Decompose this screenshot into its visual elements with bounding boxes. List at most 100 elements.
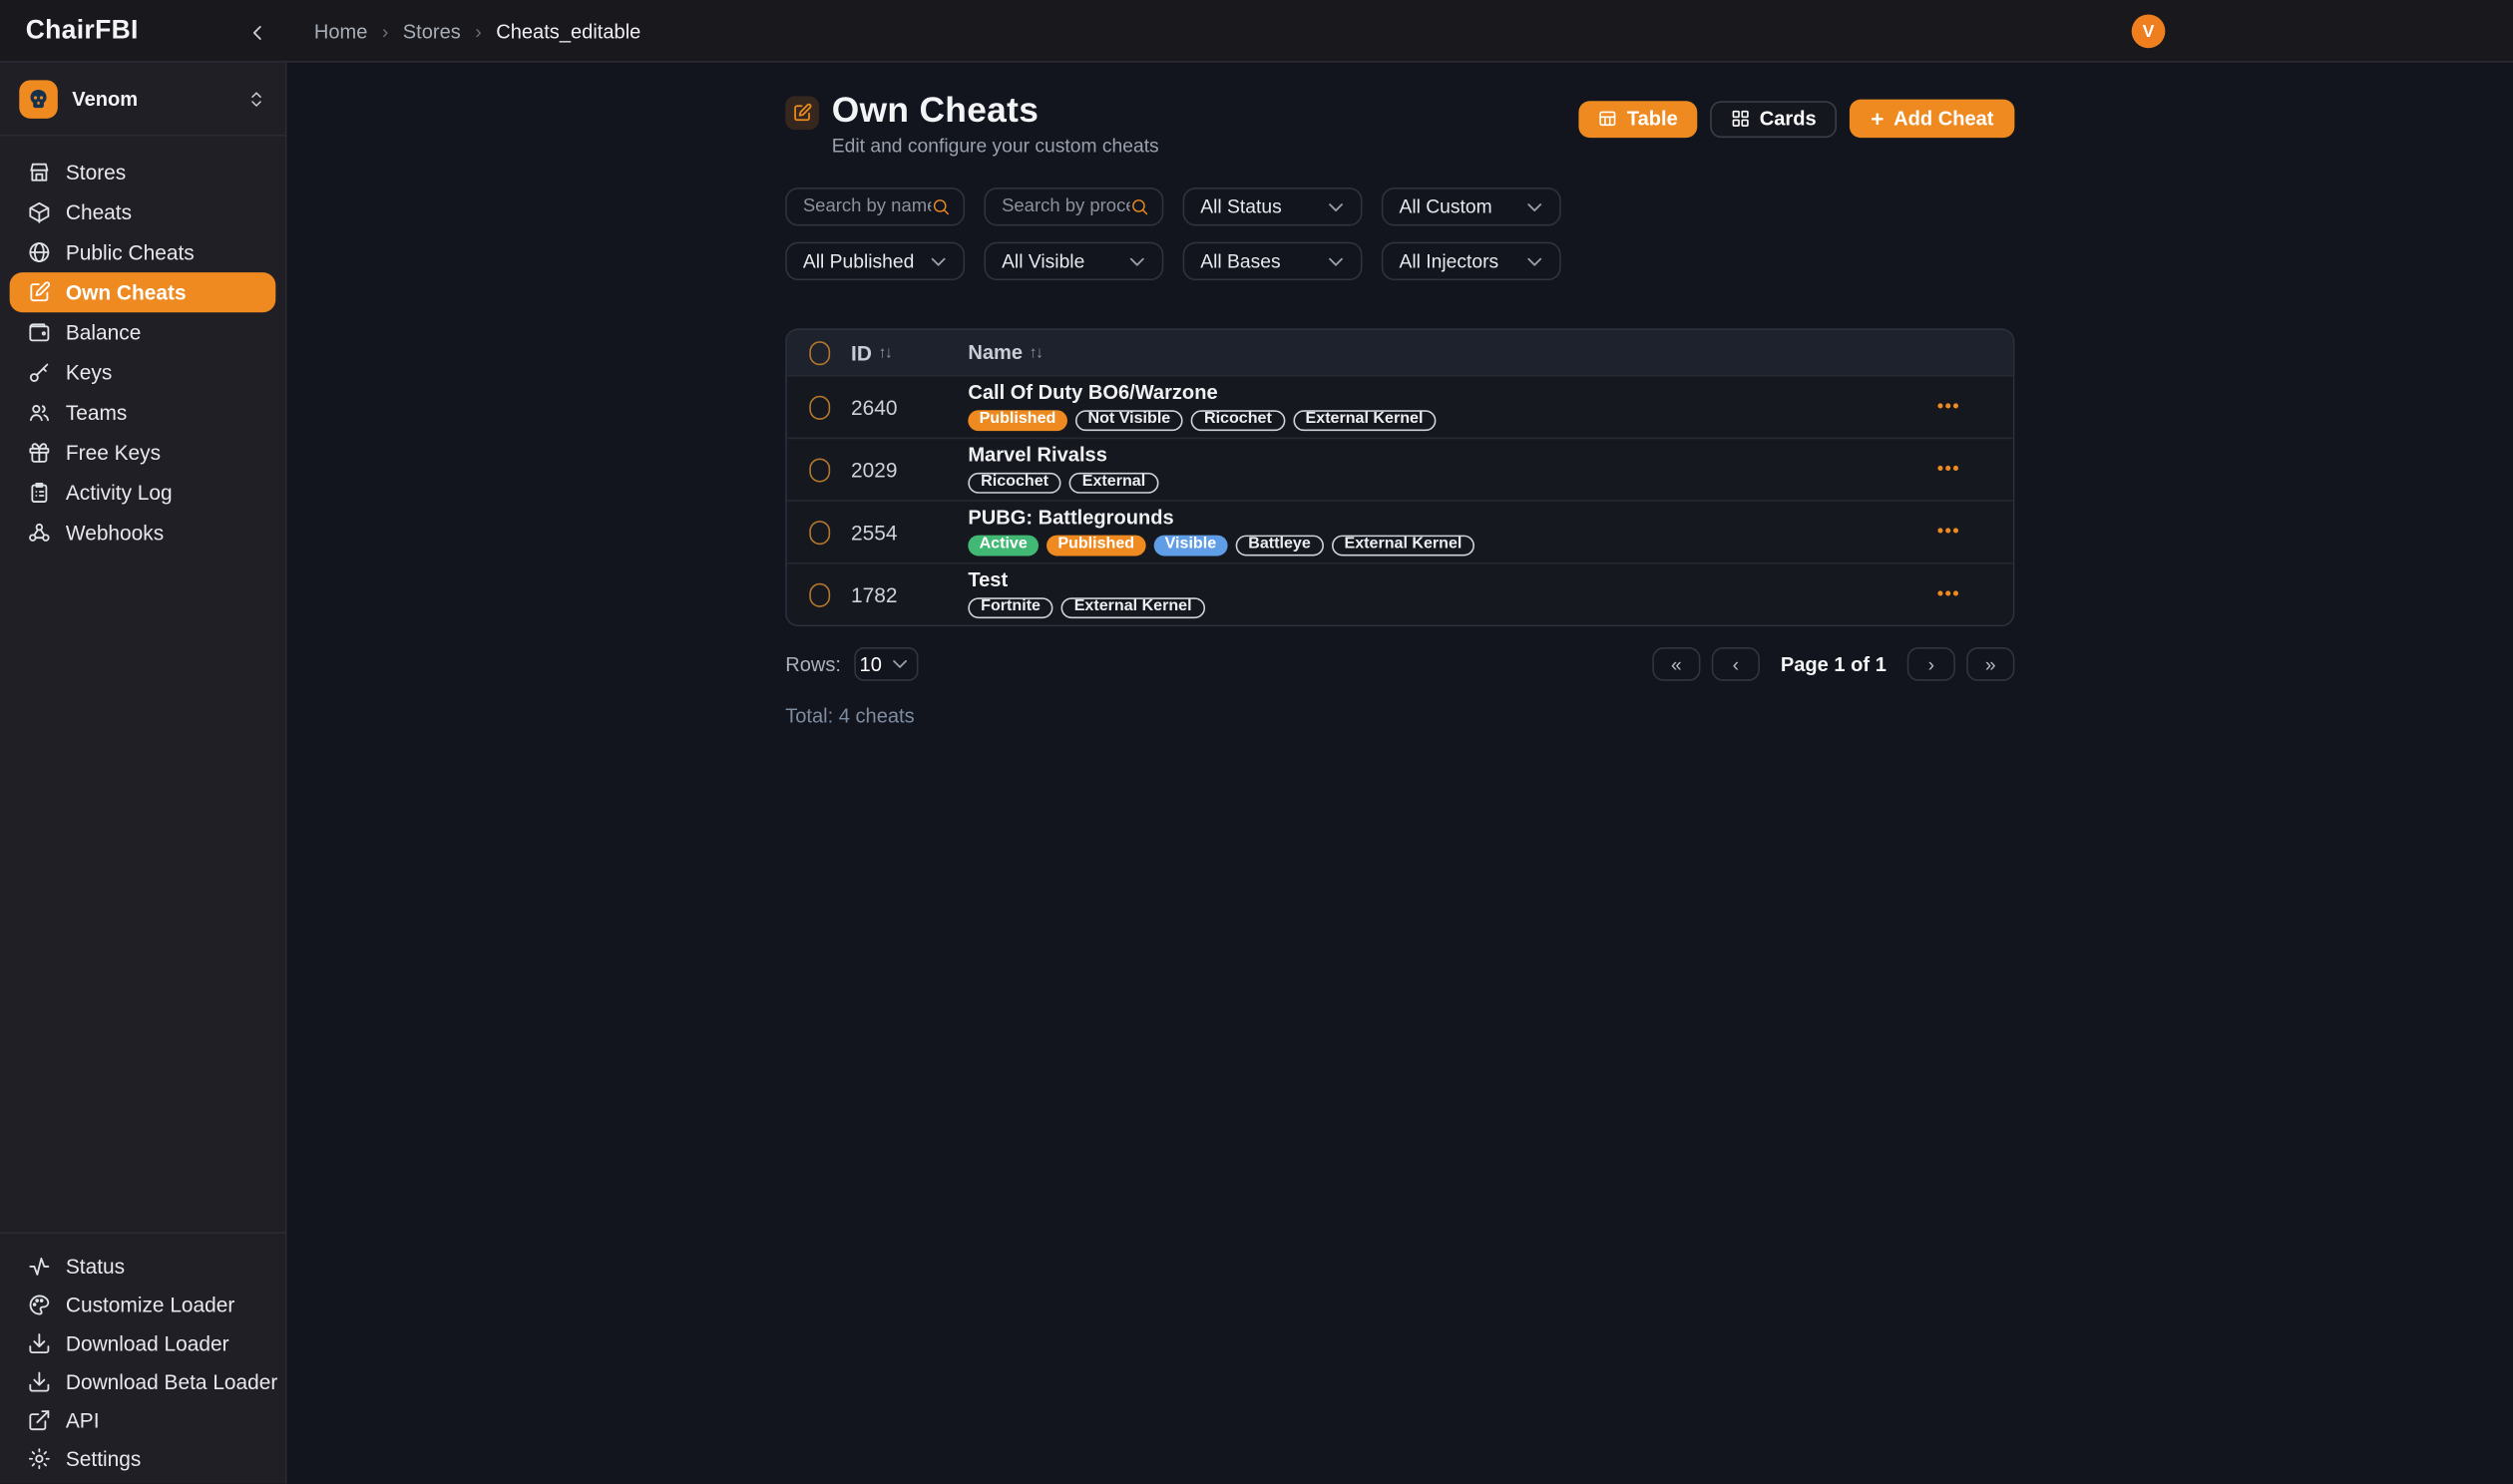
user-avatar[interactable]: V [2132,14,2166,48]
plus-icon: + [1871,108,1884,130]
gift-icon [27,441,51,465]
clipboard-list-icon [27,481,51,505]
status-badge: Not Visible [1075,410,1183,431]
cell-id: 2640 [851,395,968,419]
first-page-button[interactable]: « [1652,647,1700,681]
webhook-icon [27,521,51,545]
filter-all-injectors[interactable]: All Injectors [1382,242,1561,281]
chevron-down-icon [1522,194,1546,218]
sidebar-item-public-cheats[interactable]: Public Cheats [10,232,276,272]
column-header-name[interactable]: Name ↑↓ [968,341,1885,363]
sidebar-item-own-cheats[interactable]: Own Cheats [10,272,276,312]
external-link-icon [27,1407,51,1431]
view-toggle: Table Cards + Add Cheat [1579,100,2015,139]
sidebar-item-webhooks[interactable]: Webhooks [10,513,276,553]
sidebar: Venom Stores Cheats Public Cheats [0,63,287,1484]
column-header-id[interactable]: ID ↑↓ [851,341,968,365]
filter-all-custom[interactable]: All Custom [1382,187,1561,226]
sidebar-item-download-loader[interactable]: Download Loader [10,1323,276,1362]
sidebar-item-stores[interactable]: Stores [10,153,276,192]
rows-per-page-select[interactable]: 10 [854,647,918,681]
row-checkbox[interactable] [808,521,829,545]
sidebar-item-settings[interactable]: Settings [10,1439,276,1478]
sort-icon: ↑↓ [878,344,891,362]
table-row: 2554 PUBG: Battlegrounds Active Publishe… [787,501,2013,563]
sidebar-item-keys[interactable]: Keys [10,352,276,392]
cheats-table: ID ↑↓ Name ↑↓ 2640 Call Of Duty [785,329,2014,627]
sidebar-item-customize-loader[interactable]: Customize Loader [10,1285,276,1323]
gear-icon [27,1446,51,1470]
sidebar-item-cheats[interactable]: Cheats [10,192,276,232]
chevrons-up-down-icon [246,89,265,108]
topbar: ChairFBI Home › Stores › Cheats_editable… [0,0,2513,63]
pagination: Rows: 10 « ‹ Page 1 of 1 › » [785,647,2014,681]
chevron-down-icon [888,652,912,676]
package-icon [27,200,51,224]
last-page-button[interactable]: » [1966,647,2014,681]
filters: All Status All Custom All Published [785,187,2014,280]
prev-page-button[interactable]: ‹ [1712,647,1760,681]
search-icon [1130,197,1149,216]
sidebar-item-balance[interactable]: Balance [10,312,276,352]
status-badge: Visible [1153,535,1227,556]
status-badge: Published [1047,535,1145,556]
breadcrumb-home[interactable]: Home [314,20,368,42]
filter-all-published[interactable]: All Published [785,242,965,281]
status-badge: External [1069,473,1158,494]
chevron-down-icon [927,249,951,273]
breadcrumb-separator: › [382,20,388,42]
rows-per-page-label: Rows: [785,653,841,675]
search-icon [931,197,950,216]
filter-all-status[interactable]: All Status [1183,187,1363,226]
users-icon [27,401,51,425]
cell-id: 2029 [851,458,968,482]
row-actions-button[interactable]: ••• [1930,578,1966,610]
chevron-down-icon [1324,249,1348,273]
row-checkbox[interactable] [808,582,829,606]
store-icon [27,161,51,185]
row-checkbox[interactable] [808,458,829,482]
main-content: Own Cheats Edit and configure your custo… [287,63,2513,1484]
sidebar-item-download-beta-loader[interactable]: Download Beta Loader [10,1362,276,1401]
sidebar-item-activity-log[interactable]: Activity Log [10,473,276,513]
search-name-input[interactable] [803,197,932,216]
table-row: 2029 Marvel Rivalss Ricochet External ••… [787,438,2013,501]
row-checkbox[interactable] [808,395,829,419]
filter-all-bases[interactable]: All Bases [1183,242,1363,281]
next-page-button[interactable]: › [1907,647,1955,681]
total-count: Total: 4 cheats [785,705,2014,727]
badge-list: Active Published Visible Battleye Extern… [968,535,1885,556]
status-badge: Ricochet [1191,410,1285,431]
page-subtitle: Edit and configure your custom cheats [832,135,1159,157]
row-actions-button[interactable]: ••• [1930,454,1966,486]
row-actions-button[interactable]: ••• [1930,391,1966,423]
sidebar-footer-nav: Status Customize Loader Download Loader … [0,1232,285,1483]
table-row: 2640 Call Of Duty BO6/Warzone Published … [787,375,2013,438]
select-all-checkbox[interactable] [808,341,829,365]
breadcrumb-separator: › [475,20,481,42]
add-cheat-button[interactable]: + Add Cheat [1850,100,2014,139]
badge-list: Ricochet External [968,473,1885,494]
status-badge: External Kernel [1061,597,1205,618]
table-view-button[interactable]: Table [1579,100,1697,137]
chevron-down-icon [1125,249,1149,273]
store-avatar [19,80,58,119]
cheat-name: Marvel Rivalss [968,446,1885,466]
key-icon [27,360,51,384]
sidebar-collapse-button[interactable] [237,13,276,52]
page-title-icon-box [785,96,819,130]
sidebar-item-teams[interactable]: Teams [10,393,276,433]
cards-view-button[interactable]: Cards [1710,100,1838,137]
filter-all-visible[interactable]: All Visible [984,242,1163,281]
search-process-field [984,187,1163,226]
breadcrumb-stores[interactable]: Stores [403,20,461,42]
sidebar-item-free-keys[interactable]: Free Keys [10,433,276,473]
page-title: Own Cheats [832,92,1159,131]
store-selector[interactable]: Venom [0,63,285,137]
row-actions-button[interactable]: ••• [1930,517,1966,549]
sidebar-item-status[interactable]: Status [10,1247,276,1286]
status-badge: External Kernel [1332,535,1475,556]
search-process-input[interactable] [1002,197,1130,216]
wallet-icon [27,320,51,344]
sidebar-item-api[interactable]: API [10,1400,276,1439]
